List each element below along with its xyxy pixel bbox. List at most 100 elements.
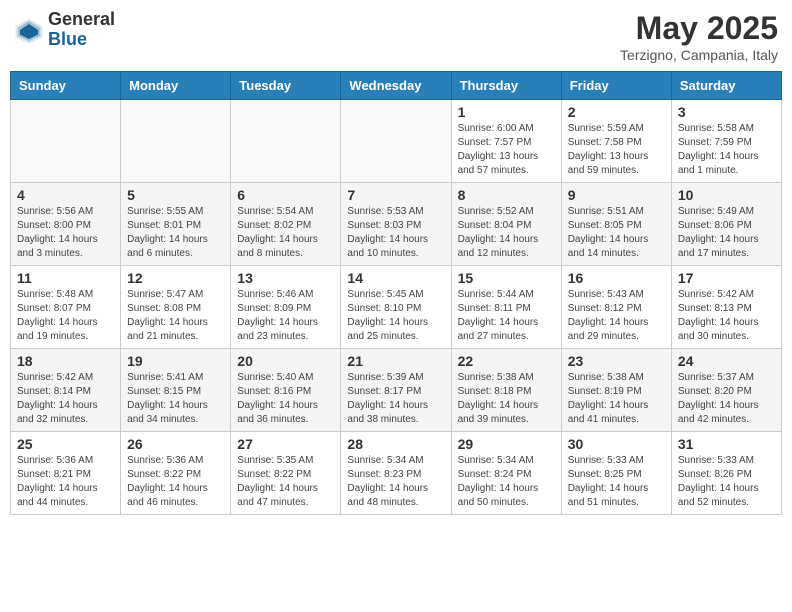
calendar-week-2: 4 Sunrise: 5:56 AM Sunset: 8:00 PM Daylig… [11, 183, 782, 266]
day-info: Sunrise: 5:49 AM Sunset: 8:06 PM Dayligh… [678, 205, 775, 261]
day-info: Sunrise: 5:46 AM Sunset: 8:09 PM Dayligh… [237, 288, 334, 344]
day-info: Sunrise: 5:55 AM Sunset: 8:01 PM Dayligh… [127, 205, 224, 261]
day-info: Sunrise: 6:00 AM Sunset: 7:57 PM Dayligh… [458, 122, 555, 178]
day-info: Sunrise: 5:38 AM Sunset: 8:18 PM Dayligh… [458, 371, 555, 427]
calendar-cell: 25 Sunrise: 5:36 AM Sunset: 8:21 PM Dayli… [11, 432, 121, 515]
day-info: Sunrise: 5:47 AM Sunset: 8:08 PM Dayligh… [127, 288, 224, 344]
logo-text: General Blue [48, 10, 115, 50]
calendar-week-1: 1 Sunrise: 6:00 AM Sunset: 7:57 PM Daylig… [11, 100, 782, 183]
calendar-cell: 16 Sunrise: 5:43 AM Sunset: 8:12 PM Dayli… [561, 266, 671, 349]
calendar-cell: 15 Sunrise: 5:44 AM Sunset: 8:11 PM Dayli… [451, 266, 561, 349]
day-number: 7 [347, 187, 444, 203]
calendar-cell: 14 Sunrise: 5:45 AM Sunset: 8:10 PM Dayli… [341, 266, 451, 349]
calendar-cell: 21 Sunrise: 5:39 AM Sunset: 8:17 PM Dayli… [341, 349, 451, 432]
calendar-cell: 3 Sunrise: 5:58 AM Sunset: 7:59 PM Daylig… [671, 100, 781, 183]
day-info: Sunrise: 5:43 AM Sunset: 8:12 PM Dayligh… [568, 288, 665, 344]
calendar-cell: 6 Sunrise: 5:54 AM Sunset: 8:02 PM Daylig… [231, 183, 341, 266]
day-number: 1 [458, 104, 555, 120]
page-header: General Blue May 2025 Terzigno, Campania… [10, 10, 782, 63]
day-number: 13 [237, 270, 334, 286]
calendar-cell: 31Sunrise: 5:33 AM Sunset: 8:26 PM Dayli… [671, 432, 781, 515]
day-number: 10 [678, 187, 775, 203]
day-number: 29 [458, 436, 555, 452]
calendar-cell: 19Sunrise: 5:41 AM Sunset: 8:15 PM Dayli… [121, 349, 231, 432]
weekday-header-tuesday: Tuesday [231, 72, 341, 100]
calendar-cell [341, 100, 451, 183]
day-number: 24 [678, 353, 775, 369]
day-number: 5 [127, 187, 224, 203]
calendar-week-3: 11Sunrise: 5:48 AM Sunset: 8:07 PM Dayli… [11, 266, 782, 349]
day-info: Sunrise: 5:56 AM Sunset: 8:00 PM Dayligh… [17, 205, 114, 261]
calendar-cell: 29 Sunrise: 5:34 AM Sunset: 8:24 PM Dayli… [451, 432, 561, 515]
day-info: Sunrise: 5:34 AM Sunset: 8:23 PM Dayligh… [347, 454, 444, 510]
day-info: Sunrise: 5:53 AM Sunset: 8:03 PM Dayligh… [347, 205, 444, 261]
weekday-header-sunday: Sunday [11, 72, 121, 100]
calendar-cell [121, 100, 231, 183]
day-number: 14 [347, 270, 444, 286]
day-number: 18 [17, 353, 114, 369]
day-info: Sunrise: 5:52 AM Sunset: 8:04 PM Dayligh… [458, 205, 555, 261]
logo: General Blue [14, 10, 115, 50]
day-info: Sunrise: 5:58 AM Sunset: 7:59 PM Dayligh… [678, 122, 775, 178]
day-number: 16 [568, 270, 665, 286]
day-number: 8 [458, 187, 555, 203]
day-number: 23 [568, 353, 665, 369]
calendar-cell: 24Sunrise: 5:37 AM Sunset: 8:20 PM Dayli… [671, 349, 781, 432]
calendar-cell: 26 Sunrise: 5:36 AM Sunset: 8:22 PM Dayli… [121, 432, 231, 515]
day-number: 6 [237, 187, 334, 203]
title-area: May 2025 Terzigno, Campania, Italy [620, 10, 778, 63]
calendar-cell [231, 100, 341, 183]
calendar-cell: 27Sunrise: 5:35 AM Sunset: 8:22 PM Dayli… [231, 432, 341, 515]
weekday-header-saturday: Saturday [671, 72, 781, 100]
day-number: 4 [17, 187, 114, 203]
day-info: Sunrise: 5:34 AM Sunset: 8:24 PM Dayligh… [458, 454, 555, 510]
day-number: 21 [347, 353, 444, 369]
day-number: 26 [127, 436, 224, 452]
calendar-table: SundayMondayTuesdayWednesdayThursdayFrid… [10, 71, 782, 515]
day-number: 31 [678, 436, 775, 452]
day-number: 20 [237, 353, 334, 369]
logo-blue-text: Blue [48, 30, 115, 50]
day-info: Sunrise: 5:42 AM Sunset: 8:13 PM Dayligh… [678, 288, 775, 344]
day-info: Sunrise: 5:44 AM Sunset: 8:11 PM Dayligh… [458, 288, 555, 344]
day-number: 2 [568, 104, 665, 120]
day-info: Sunrise: 5:39 AM Sunset: 8:17 PM Dayligh… [347, 371, 444, 427]
calendar-header: SundayMondayTuesdayWednesdayThursdayFrid… [11, 72, 782, 100]
day-number: 17 [678, 270, 775, 286]
day-info: Sunrise: 5:38 AM Sunset: 8:19 PM Dayligh… [568, 371, 665, 427]
day-number: 27 [237, 436, 334, 452]
day-number: 9 [568, 187, 665, 203]
calendar-cell: 18Sunrise: 5:42 AM Sunset: 8:14 PM Dayli… [11, 349, 121, 432]
day-info: Sunrise: 5:59 AM Sunset: 7:58 PM Dayligh… [568, 122, 665, 178]
day-number: 30 [568, 436, 665, 452]
calendar-cell: 9 Sunrise: 5:51 AM Sunset: 8:05 PM Daylig… [561, 183, 671, 266]
calendar-cell: 28 Sunrise: 5:34 AM Sunset: 8:23 PM Dayli… [341, 432, 451, 515]
logo-general-text: General [48, 10, 115, 30]
day-number: 22 [458, 353, 555, 369]
day-number: 15 [458, 270, 555, 286]
logo-icon [14, 15, 44, 45]
day-info: Sunrise: 5:54 AM Sunset: 8:02 PM Dayligh… [237, 205, 334, 261]
day-number: 19 [127, 353, 224, 369]
calendar-cell: 12Sunrise: 5:47 AM Sunset: 8:08 PM Dayli… [121, 266, 231, 349]
weekday-header-wednesday: Wednesday [341, 72, 451, 100]
day-info: Sunrise: 5:36 AM Sunset: 8:21 PM Dayligh… [17, 454, 114, 510]
weekday-header-monday: Monday [121, 72, 231, 100]
calendar-cell: 4 Sunrise: 5:56 AM Sunset: 8:00 PM Daylig… [11, 183, 121, 266]
calendar-cell: 5 Sunrise: 5:55 AM Sunset: 8:01 PM Daylig… [121, 183, 231, 266]
calendar-week-5: 25 Sunrise: 5:36 AM Sunset: 8:21 PM Dayli… [11, 432, 782, 515]
calendar-week-4: 18Sunrise: 5:42 AM Sunset: 8:14 PM Dayli… [11, 349, 782, 432]
day-number: 25 [17, 436, 114, 452]
day-info: Sunrise: 5:36 AM Sunset: 8:22 PM Dayligh… [127, 454, 224, 510]
day-number: 28 [347, 436, 444, 452]
day-info: Sunrise: 5:45 AM Sunset: 8:10 PM Dayligh… [347, 288, 444, 344]
weekday-header-row: SundayMondayTuesdayWednesdayThursdayFrid… [11, 72, 782, 100]
day-number: 11 [17, 270, 114, 286]
calendar-body: 1 Sunrise: 6:00 AM Sunset: 7:57 PM Daylig… [11, 100, 782, 515]
day-number: 3 [678, 104, 775, 120]
calendar-cell: 17 Sunrise: 5:42 AM Sunset: 8:13 PM Dayli… [671, 266, 781, 349]
location-title: Terzigno, Campania, Italy [620, 47, 778, 63]
day-info: Sunrise: 5:51 AM Sunset: 8:05 PM Dayligh… [568, 205, 665, 261]
day-info: Sunrise: 5:40 AM Sunset: 8:16 PM Dayligh… [237, 371, 334, 427]
calendar-cell: 23 Sunrise: 5:38 AM Sunset: 8:19 PM Dayli… [561, 349, 671, 432]
